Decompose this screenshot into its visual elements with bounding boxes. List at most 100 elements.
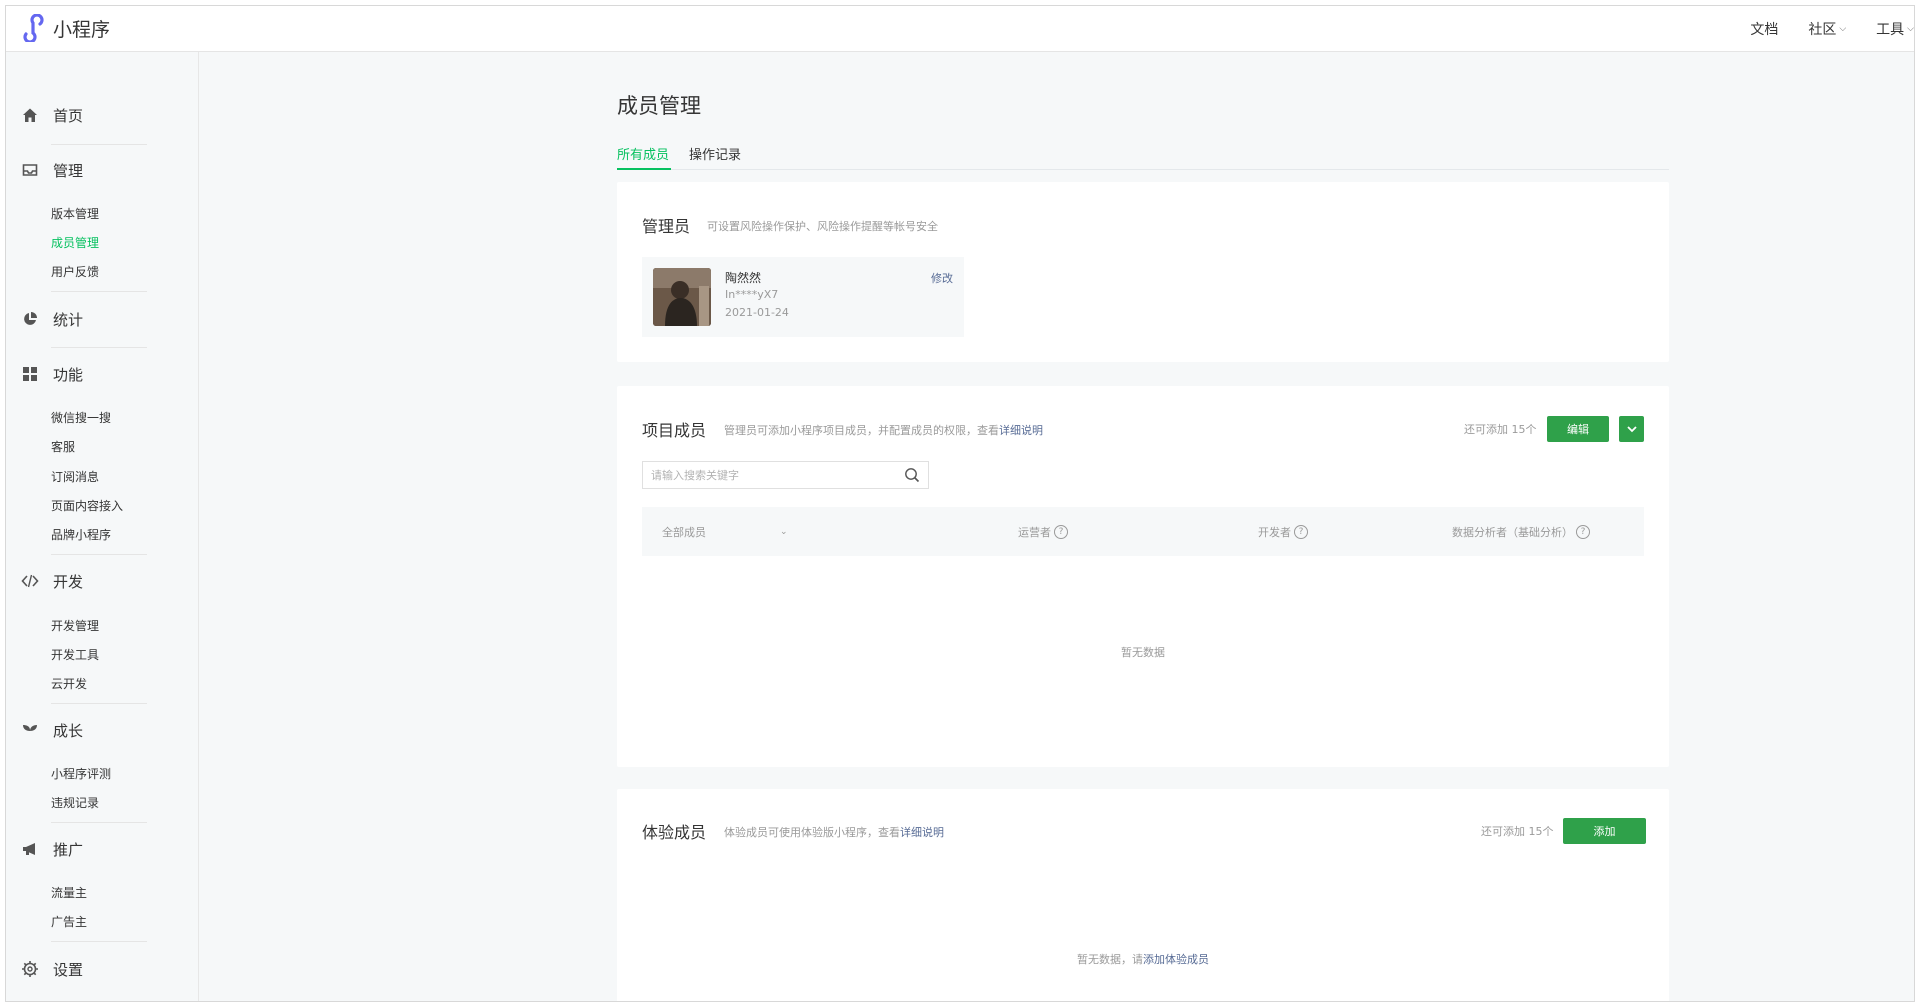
sort-caret-icon: ⌄ [780,527,788,537]
admin-name: 陶然然 [725,271,762,285]
sidebar-group-growth[interactable]: 成长 [6,717,199,743]
experience-card-desc: 体验成员可使用体验版小程序，查看详细说明 [724,824,944,840]
sidebar-item-feedback[interactable]: 用户反馈 [51,263,99,280]
app-window: 小程序 文档 社区 ⌵ 工具 ⌵ 首页 管理 版本管理 成员管理 用户反馈 统计… [5,5,1915,1002]
sidebar-item-growth: 成长 [53,721,84,740]
top-bar: 小程序 文档 社区 ⌵ 工具 ⌵ [6,6,1914,52]
admin-date: 2021-01-24 [725,306,789,319]
sidebar-group-dev[interactable]: 开发 [6,568,199,594]
sidebar-item-brand[interactable]: 品牌小程序 [51,526,111,543]
sidebar-item-manage: 管理 [53,161,84,180]
experience-empty-state: 暂无数据，请添加体验成员 [617,951,1669,967]
sidebar-item-features: 功能 [53,365,84,384]
help-icon[interactable]: ? [1054,525,1068,539]
add-experience-member-link[interactable]: 添加体验成员 [1143,953,1209,966]
column-all-members[interactable]: 全部成员 ⌄ [662,524,788,540]
top-nav: 文档 社区 ⌵ 工具 ⌵ [1750,6,1914,52]
sidebar-item-violations[interactable]: 违规记录 [51,794,99,811]
divider [51,144,147,145]
logo[interactable]: 小程序 [20,14,110,42]
sidebar-item-evaluation[interactable]: 小程序评测 [51,765,111,782]
edit-members-button[interactable]: 编辑 [1547,416,1609,442]
sidebar-item-wechat-search[interactable]: 微信搜一搜 [51,409,111,426]
sidebar-item-advertiser[interactable]: 广告主 [51,913,87,930]
divider [51,822,147,823]
admin-edit-link[interactable]: 修改 [931,270,953,286]
sidebar-item-traffic[interactable]: 流量主 [51,884,87,901]
chevron-down-icon [1626,426,1637,433]
nav-tools[interactable]: 工具 ⌵ [1876,19,1914,39]
sidebar-group-settings[interactable]: 设置 [6,956,199,982]
sidebar-group-stats[interactable]: 统计 [6,306,199,332]
project-detail-link[interactable]: 详细说明 [999,424,1043,437]
chevron-down-icon: ⌵ [1907,24,1914,34]
nav-community-label: 社区 [1808,22,1837,38]
sidebar-item-page-content[interactable]: 页面内容接入 [51,497,123,514]
divider [51,554,147,555]
sidebar-item-dev-tools[interactable]: 开发工具 [51,646,99,663]
column-all-members-label: 全部成员 [662,526,706,539]
project-quota: 还可添加 15个 [1464,423,1537,436]
tab-all-members[interactable]: 所有成员 [617,144,669,163]
gear-icon [21,960,39,978]
inbox-icon [21,161,39,179]
experience-empty-text: 暂无数据，请 [1077,953,1143,966]
help-icon[interactable]: ? [1294,525,1308,539]
sidebar-item-settings: 设置 [53,960,84,979]
home-icon [21,106,39,124]
add-experience-member-button[interactable]: 添加 [1563,818,1646,844]
more-dropdown-button[interactable] [1619,416,1644,442]
admin-card-desc: 可设置风险操作保护、风险操作提醒等帐号安全 [707,220,938,233]
search-icon[interactable] [904,467,920,487]
project-card-title: 项目成员 [642,421,707,440]
admin-id: In****yX7 [725,288,779,301]
nav-community[interactable]: 社区 ⌵ [1808,19,1846,39]
sidebar-item-customer-service[interactable]: 客服 [51,438,75,455]
grid-icon [21,365,39,383]
sidebar-group-features[interactable]: 功能 [6,361,199,387]
experience-members-card: 体验成员 体验成员可使用体验版小程序，查看详细说明 还可添加 15个 添加 暂无… [617,789,1669,1001]
sidebar-item-promote: 推广 [53,840,84,859]
divider [51,703,147,704]
code-icon [21,572,39,590]
empty-state: 暂无数据 [1121,646,1165,659]
sidebar-item-home: 首页 [53,106,84,125]
divider [51,291,147,292]
admin-card-title: 管理员 [642,217,691,236]
sidebar-item-dev-manage[interactable]: 开发管理 [51,617,99,634]
members-table-header: 全部成员 ⌄ 运营者? 开发者? 数据分析者（基础分析）? [642,507,1644,556]
search-input[interactable] [651,467,891,483]
column-data-analyst-label: 数据分析者（基础分析） [1452,526,1573,539]
chevron-down-icon: ⌵ [1839,24,1847,34]
nav-docs-label: 文档 [1750,22,1779,38]
experience-quota: 还可添加 15个 [1481,825,1554,838]
admin-card: 管理员 可设置风险操作保护、风险操作提醒等帐号安全 陶然然 In****yX7 … [617,182,1669,362]
column-developer: 开发者? [1258,524,1308,540]
help-icon[interactable]: ? [1576,525,1590,539]
sidebar-item-dev: 开发 [53,572,84,591]
divider [51,941,147,942]
nav-docs[interactable]: 文档 [1750,19,1778,39]
nav-tools-label: 工具 [1876,22,1905,38]
sidebar-item-version[interactable]: 版本管理 [51,205,99,222]
column-data-analyst: 数据分析者（基础分析）? [1452,524,1590,540]
sidebar-item-subscribe-msg[interactable]: 订阅消息 [51,468,99,485]
sidebar-item-cloud-dev[interactable]: 云开发 [51,675,87,692]
sidebar-item-members[interactable]: 成员管理 [51,234,99,251]
sidebar-group-manage[interactable]: 管理 [6,157,199,183]
sidebar: 首页 管理 版本管理 成员管理 用户反馈 统计 功能 微信搜一搜 客服 订阅消息… [6,52,199,1001]
admin-info: 陶然然 In****yX7 2021-01-24 修改 [642,257,964,337]
experience-card-title: 体验成员 [642,823,707,842]
experience-detail-link[interactable]: 详细说明 [900,826,944,839]
column-operator: 运营者? [1018,524,1068,540]
sidebar-group-home[interactable]: 首页 [6,102,199,128]
megaphone-icon [21,840,39,858]
tab-operation-log[interactable]: 操作记录 [689,144,741,163]
tab-active-indicator [617,168,671,170]
sidebar-item-stats: 统计 [53,310,84,329]
sidebar-group-promote[interactable]: 推广 [6,836,199,862]
avatar [653,268,711,326]
member-search [642,461,929,489]
pie-chart-icon [21,310,39,328]
app-title: 小程序 [53,18,111,41]
